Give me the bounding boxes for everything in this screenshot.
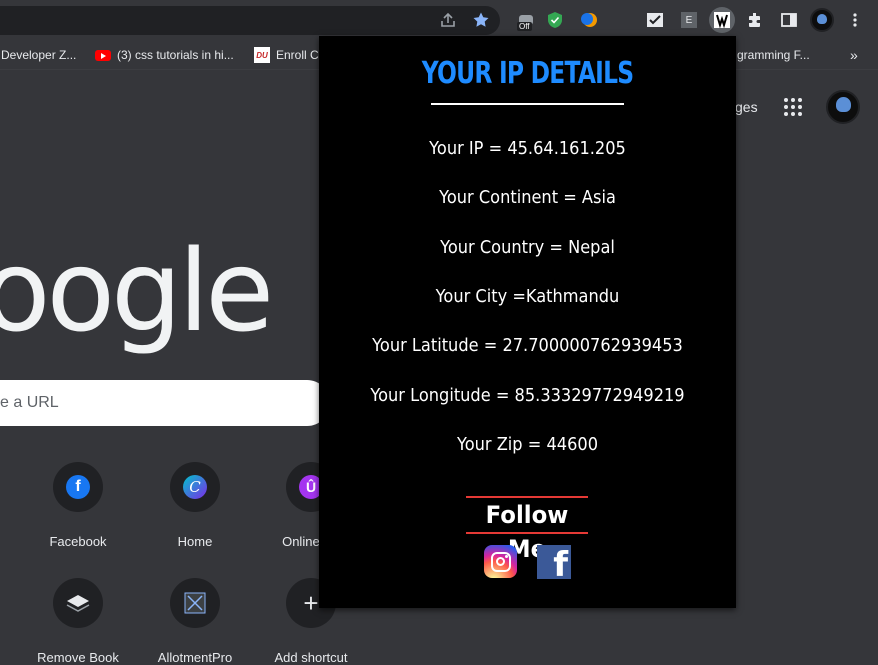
longitude-row: Your Longitude = 85.33329772949219: [370, 385, 685, 406]
address-bar[interactable]: [0, 6, 500, 35]
ip-details-extension-icon[interactable]: [709, 7, 735, 33]
country-row: Your Country = Nepal: [440, 237, 615, 258]
bookmark-label: gramming F...: [737, 48, 810, 62]
instagram-icon[interactable]: [484, 545, 517, 578]
shield-icon[interactable]: [545, 10, 565, 30]
bookmark-item[interactable]: gramming F...: [737, 47, 810, 63]
images-link[interactable]: ges: [735, 99, 758, 115]
shortcut-tile[interactable]: AllotmentPro: [145, 578, 245, 665]
shortcut-tile[interactable]: Remove Book: [28, 578, 128, 665]
e-label: E: [681, 12, 697, 28]
canva-icon: C: [183, 475, 207, 499]
search-input[interactable]: e a URL: [0, 380, 330, 426]
latitude-row: Your Latitude = 27.700000762939453: [372, 335, 683, 356]
bookmark-label: (3) css tutorials in hi...: [117, 48, 234, 62]
bookmark-star-icon[interactable]: [471, 10, 491, 30]
search-placeholder: e a URL: [0, 394, 59, 411]
shortcut-label: Add shortcut: [274, 650, 348, 665]
menu-kebab-icon[interactable]: [845, 10, 865, 30]
profile-avatar[interactable]: [810, 8, 834, 32]
shortcut-label: Remove Book: [37, 650, 119, 665]
shortcut-tile[interactable]: f Facebook: [28, 462, 128, 549]
popup-title: YOUR IP DETAILS: [421, 56, 634, 91]
bookmark-item[interactable]: Developer Z...: [1, 47, 76, 63]
puzzle-icon[interactable]: [745, 10, 765, 30]
title-underline: [431, 103, 624, 105]
account-avatar[interactable]: [826, 90, 860, 124]
bookmark-item[interactable]: DU Enroll C: [254, 47, 319, 63]
bookmark-item[interactable]: (3) css tutorials in hi...: [95, 47, 234, 63]
bookmark-label: Enroll C: [276, 48, 319, 62]
shortcut-label: AllotmentPro: [157, 650, 233, 665]
facebook-icon[interactable]: f: [537, 545, 571, 579]
moon-icon[interactable]: [580, 10, 600, 30]
off-badge: Off: [517, 22, 532, 31]
apps-grid-icon[interactable]: [784, 98, 802, 116]
e-extension-icon[interactable]: E: [679, 10, 699, 30]
google-logo: oogle: [0, 227, 274, 357]
du-logo-icon: DU: [254, 47, 270, 63]
side-panel-icon[interactable]: [779, 10, 799, 30]
plus-icon: +: [303, 588, 319, 618]
continent-row: Your Continent = Asia: [439, 187, 616, 208]
layers-icon: [66, 595, 90, 612]
compass-icon: [184, 592, 206, 614]
bookmarks-overflow-chevron-icon[interactable]: »: [850, 47, 858, 63]
facebook-icon: f: [66, 475, 90, 499]
browser-toolbar: Off E: [0, 0, 878, 40]
city-row: Your City =Kathmandu: [435, 286, 620, 307]
shortcut-label: Facebook: [49, 534, 107, 549]
zip-row: Your Zip = 44600: [456, 434, 599, 455]
checkbox-extension-icon[interactable]: [645, 10, 665, 30]
youtube-icon: [95, 49, 111, 61]
ip-row: Your IP = 45.64.161.205: [429, 138, 626, 159]
shortcut-tile[interactable]: C Home: [145, 462, 245, 549]
shortcut-label: Home: [177, 534, 213, 549]
bookmark-label: Developer Z...: [1, 48, 77, 62]
follow-me-heading: Follow Me: [466, 496, 588, 563]
share-icon[interactable]: [438, 10, 458, 30]
ip-details-popup: YOUR IP DETAILS Your IP = 45.64.161.205 …: [319, 36, 736, 608]
extension-off-icon[interactable]: Off: [513, 10, 539, 31]
